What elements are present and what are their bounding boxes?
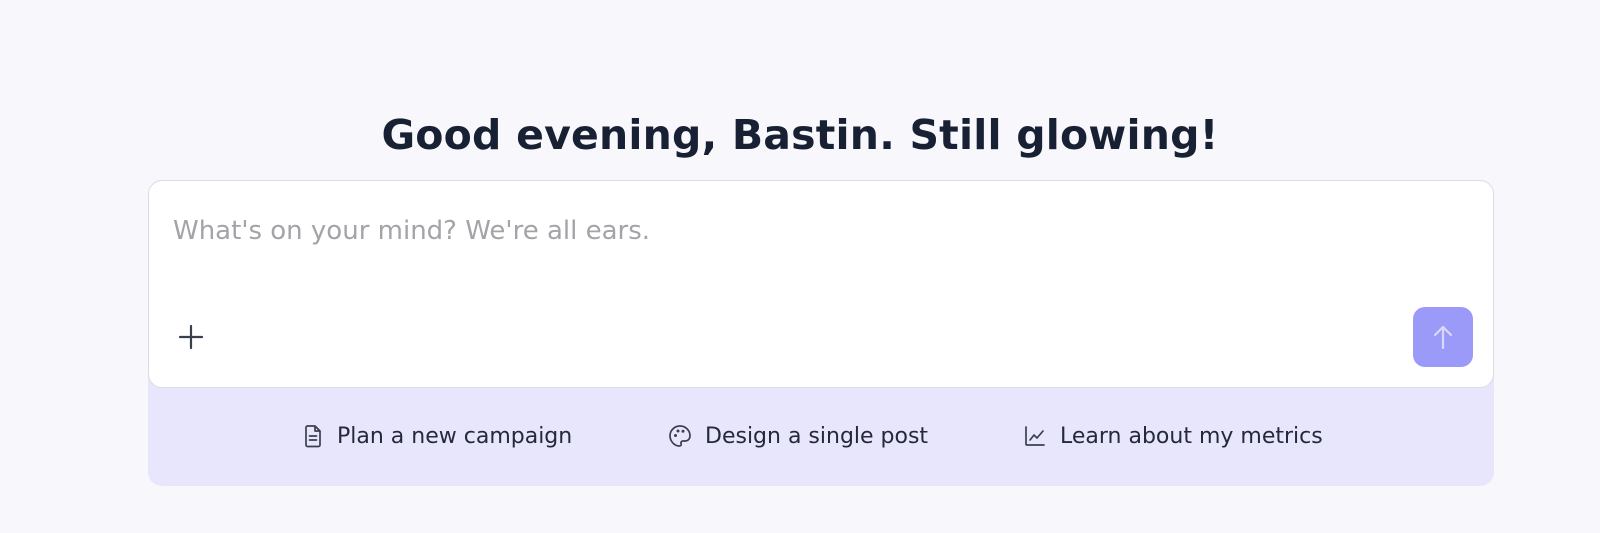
prompt-input[interactable] xyxy=(173,211,1373,251)
greeting-heading: Good evening, Bastin. Still glowing! xyxy=(381,111,1219,160)
suggestion-label: Design a single post xyxy=(705,423,929,449)
suggestion-design-post[interactable]: Design a single post xyxy=(667,416,928,456)
suggestion-label: Plan a new campaign xyxy=(337,423,573,449)
arrow-up-icon xyxy=(1433,325,1453,350)
suggestion-bar: Plan a new campaign Design a single post… xyxy=(148,386,1494,486)
suggestion-label: Learn about my metrics xyxy=(1060,423,1323,449)
suggestion-learn-metrics[interactable]: Learn about my metrics xyxy=(1022,416,1323,456)
chat-composer: Plan a new campaign Design a single post… xyxy=(148,180,1494,486)
add-attachment-button[interactable] xyxy=(169,315,213,359)
send-button[interactable] xyxy=(1413,307,1473,367)
suggestion-plan-campaign[interactable]: Plan a new campaign xyxy=(301,416,572,456)
document-icon xyxy=(305,425,321,448)
line-chart-icon xyxy=(1025,426,1045,446)
palette-icon xyxy=(669,425,691,447)
plus-icon xyxy=(178,324,204,350)
input-card xyxy=(148,180,1494,388)
